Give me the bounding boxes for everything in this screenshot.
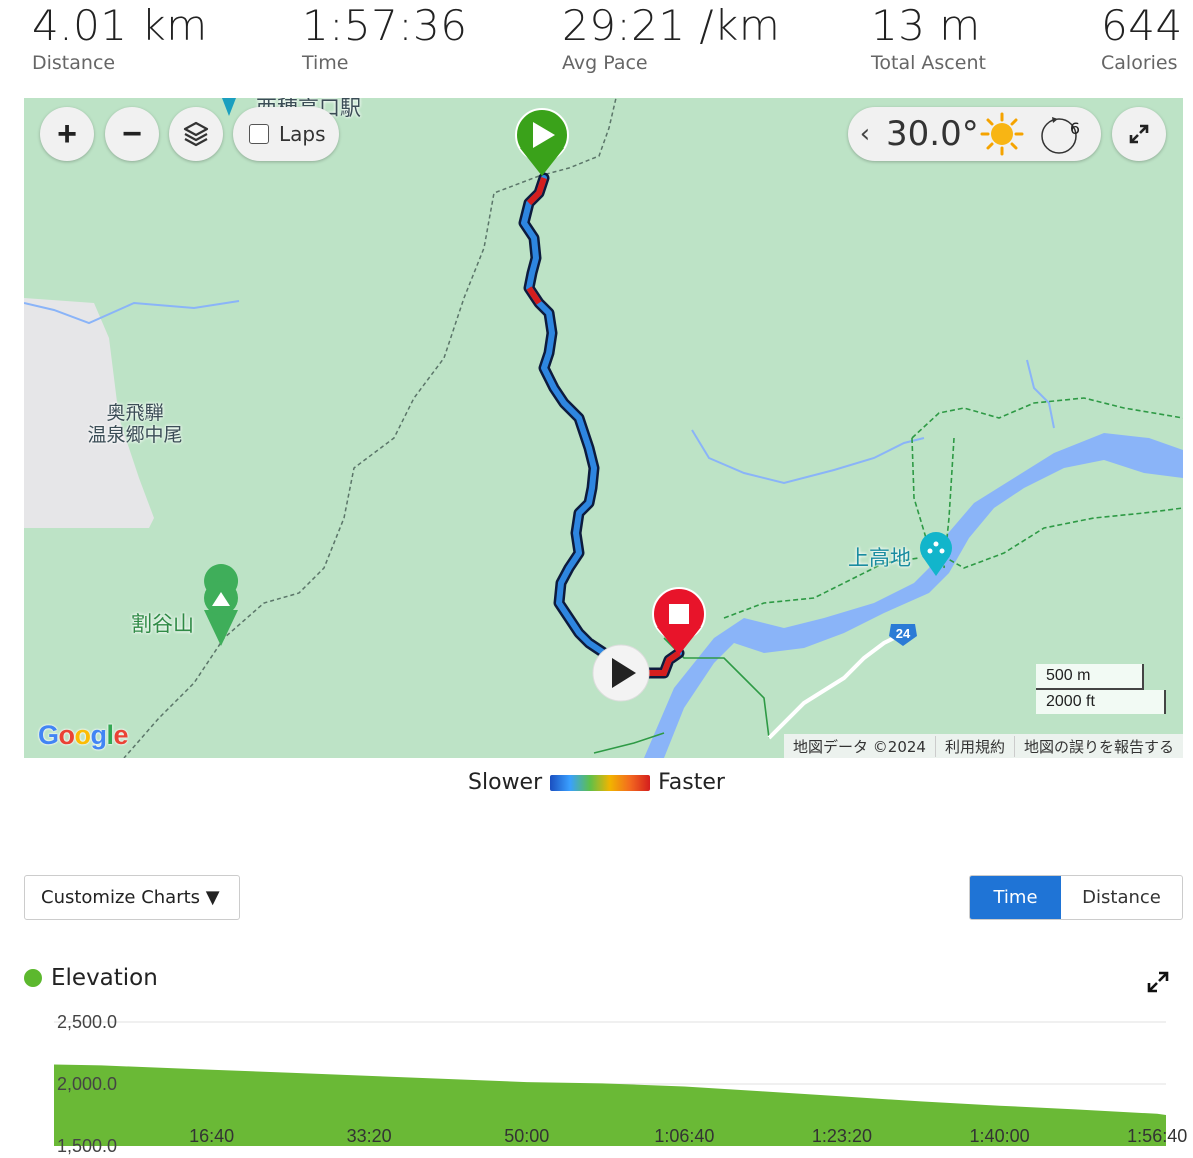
minus-icon: − bbox=[122, 114, 142, 153]
layers-icon bbox=[183, 121, 209, 147]
x-axis-toggle[interactable]: Time Distance bbox=[969, 875, 1183, 920]
map-data-credit: 地図データ ©2024 bbox=[793, 737, 926, 756]
x-tick-label: 1:56:40 bbox=[1127, 1126, 1187, 1146]
stream bbox=[1026, 359, 1055, 429]
pace-legend: Slower Faster bbox=[0, 770, 1193, 795]
track-line bbox=[521, 175, 682, 676]
activity-map[interactable]: 24 西穂高口駅 奥飛騨 温泉郷中尾 割谷山 上高地 + − bbox=[24, 98, 1183, 758]
track-fast-segment bbox=[526, 286, 542, 305]
toggle-time[interactable]: Time bbox=[970, 876, 1061, 919]
fullscreen-map-button[interactable] bbox=[1112, 107, 1166, 161]
x-tick-label: 1:06:40 bbox=[654, 1126, 714, 1146]
laps-toggle[interactable]: Laps bbox=[233, 107, 339, 161]
terms-link[interactable]: 利用規約 bbox=[934, 735, 1014, 757]
wind-speed-value: 6 bbox=[1069, 119, 1081, 138]
stat-total-ascent: 13 m Total Ascent bbox=[871, 0, 986, 74]
customize-charts-button[interactable]: Customize Charts ▼ bbox=[24, 875, 240, 920]
x-tick-label: 16:40 bbox=[189, 1126, 234, 1146]
stat-distance: 4.01 km Distance bbox=[32, 0, 208, 74]
expand-icon bbox=[1129, 124, 1149, 144]
trail bbox=[911, 397, 1183, 439]
laps-label: Laps bbox=[279, 122, 326, 146]
series-dot bbox=[24, 969, 42, 987]
x-tick-label: 33:20 bbox=[347, 1126, 392, 1146]
y-tick-label: 1,500.0 bbox=[57, 1136, 117, 1156]
track-outline bbox=[518, 172, 685, 679]
mountain-label: 割谷山 bbox=[131, 612, 194, 636]
stat-label: Time bbox=[302, 52, 349, 74]
start-marker-icon[interactable] bbox=[515, 108, 569, 176]
x-tick-label: 1:23:20 bbox=[812, 1126, 872, 1146]
stat-value: 1:57:36 bbox=[302, 1, 468, 50]
stat-value: 13 m bbox=[871, 1, 981, 50]
stat-time: 1:57:36 Time bbox=[302, 0, 467, 74]
zoom-in-button[interactable]: + bbox=[40, 107, 94, 161]
x-tick-label: 1:40:00 bbox=[970, 1126, 1030, 1146]
stat-label: Distance bbox=[32, 52, 116, 74]
temperature-value: 30.0° bbox=[886, 114, 979, 154]
y-tick-label: 2,500.0 bbox=[57, 1012, 117, 1032]
x-tick-label: 50:00 bbox=[504, 1126, 549, 1146]
stat-label: Total Ascent bbox=[871, 52, 986, 74]
elevation-chart[interactable]: 2,500.0 2,000.0 1,500.0 16:40 33:20 50:00 1:06… bbox=[0, 1000, 1193, 1158]
map-scale: 500 m 2000 ft bbox=[1036, 664, 1166, 714]
elevation-title: Elevation bbox=[51, 965, 158, 991]
mountain-pin-icon[interactable] bbox=[204, 564, 239, 646]
map-attribution: 地図データ ©2024 利用規約 地図の誤りを報告する bbox=[784, 734, 1183, 758]
zoom-out-button[interactable]: − bbox=[105, 107, 159, 161]
stat-avg-pace: 29:21 /km Avg Pace bbox=[562, 0, 780, 74]
stat-value: 4.01 km bbox=[32, 1, 208, 50]
stat-label: Calories bbox=[1101, 52, 1178, 74]
station-pin-icon bbox=[222, 98, 236, 116]
elevation-chart-title: Elevation bbox=[24, 965, 158, 991]
stat-label: Avg Pace bbox=[562, 52, 648, 74]
google-logo: Google bbox=[38, 720, 129, 750]
layers-button[interactable] bbox=[169, 107, 223, 161]
stat-value: 29:21 /km bbox=[562, 1, 781, 50]
chevron-left-icon[interactable]: ‹ bbox=[854, 119, 876, 149]
legend-faster: Faster bbox=[658, 770, 725, 795]
playback-button[interactable] bbox=[592, 644, 650, 702]
y-tick-label: 2,000.0 bbox=[57, 1074, 117, 1094]
stop-marker-icon[interactable] bbox=[652, 587, 706, 655]
trail bbox=[123, 175, 540, 758]
map-canvas[interactable]: 24 bbox=[24, 98, 1183, 758]
sun-icon bbox=[980, 112, 1024, 156]
plus-icon: + bbox=[57, 114, 77, 153]
village-label: 奥飛騨 温泉郷中尾 bbox=[87, 402, 183, 446]
stat-value: 644 bbox=[1101, 1, 1183, 50]
legend-slower: Slower bbox=[468, 770, 543, 795]
laps-checkbox[interactable] bbox=[249, 124, 269, 144]
legend-gradient bbox=[550, 774, 651, 791]
toggle-distance[interactable]: Distance bbox=[1061, 876, 1182, 919]
kamikochi-label: 上高地 bbox=[848, 546, 911, 570]
route-number: 24 bbox=[896, 626, 911, 641]
expand-chart-icon[interactable] bbox=[1146, 970, 1170, 994]
report-error-link[interactable]: 地図の誤りを報告する bbox=[1013, 735, 1183, 757]
scale-imperial: 2000 ft bbox=[1036, 690, 1166, 714]
stat-calories: 644 Calories bbox=[1101, 0, 1183, 74]
stream bbox=[691, 429, 925, 485]
scale-metric: 500 m bbox=[1036, 664, 1144, 690]
